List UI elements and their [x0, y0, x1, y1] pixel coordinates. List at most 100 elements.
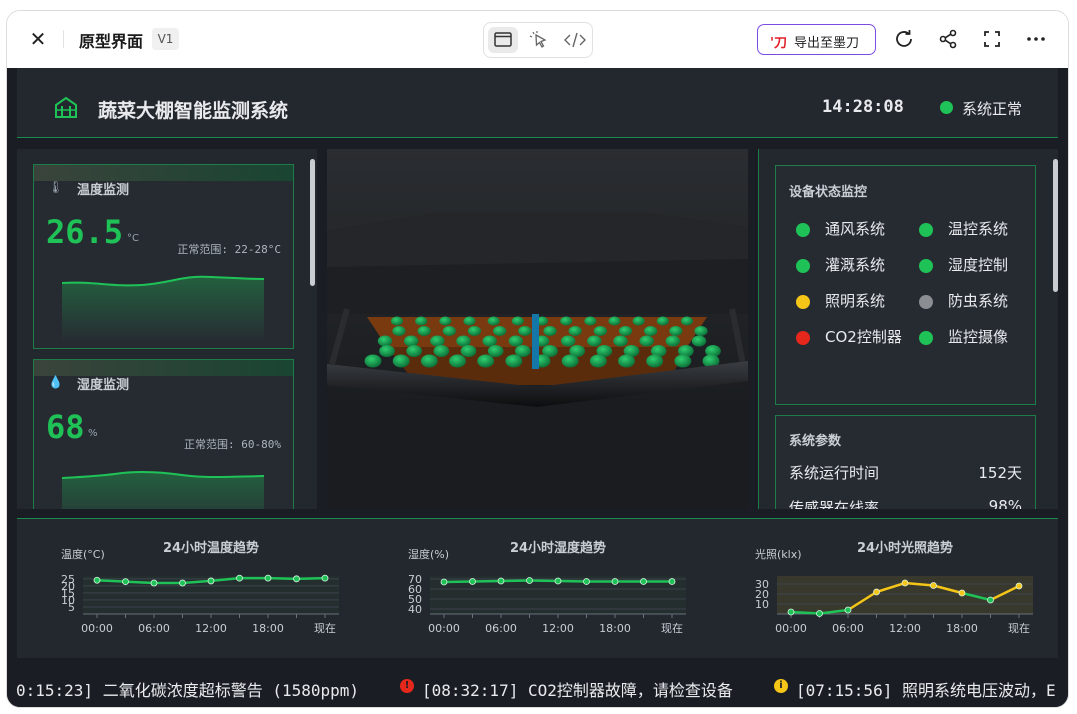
- plant: [379, 345, 395, 357]
- x-tick-label: 00:00: [428, 622, 460, 635]
- data-point: [640, 578, 647, 585]
- x-tick-label: 18:00: [252, 622, 284, 635]
- device-name: 湿度控制: [948, 256, 1009, 274]
- plant: [593, 326, 607, 336]
- system-status-dot: [940, 101, 953, 114]
- more-icon[interactable]: [1024, 27, 1048, 51]
- plant: [433, 345, 450, 357]
- plant: [644, 326, 658, 336]
- series-line: [500, 579, 530, 583]
- device-status-dot: [919, 331, 933, 345]
- plant: [681, 316, 693, 326]
- plant: [674, 354, 692, 368]
- alert-item[interactable]: 0:15:23] 二氧化碳浓度超标警告 (1580ppm): [16, 677, 359, 701]
- x-tick-label: 06:00: [485, 622, 517, 635]
- refresh-icon[interactable]: [892, 27, 916, 51]
- data-point: [611, 578, 619, 585]
- series-line: [790, 610, 820, 615]
- plant: [639, 335, 654, 347]
- data-point: [844, 606, 852, 614]
- plant: [608, 316, 621, 326]
- x-tick-label: 18:00: [599, 622, 631, 635]
- plant: [587, 335, 602, 347]
- x-tick-label: 12:00: [542, 622, 574, 635]
- device-status-title: 设备状态监控: [789, 185, 868, 200]
- temperature-value: 26.5: [46, 213, 124, 251]
- alert-time: [07:15:56]: [796, 681, 893, 700]
- data-point: [321, 574, 329, 582]
- data-point: [469, 578, 476, 585]
- data-point: [236, 574, 243, 582]
- plant: [505, 354, 523, 368]
- alert-item[interactable]: [07:15:56] 照明系统电压波动，E: [796, 677, 1056, 701]
- plant: [694, 326, 708, 336]
- x-tick-label: 06:00: [138, 622, 170, 635]
- plant: [442, 326, 456, 336]
- alert-item[interactable]: [08:32:17] CO2控制器故障，请检查设备: [422, 677, 733, 701]
- plant: [543, 326, 557, 336]
- plant: [364, 354, 382, 368]
- series-line: [125, 580, 155, 585]
- uptime-value: 152天: [978, 464, 1022, 482]
- device-status-dot: [796, 331, 810, 345]
- data-point: [873, 588, 880, 596]
- plant: [377, 335, 393, 347]
- version-badge[interactable]: V1: [152, 28, 179, 50]
- status-panel: 设备状态监控 通风系统 温控系统 灌溉系统 湿度控制 照明系统 防虫系统 CO2控制器 监控摄…: [758, 149, 1058, 509]
- plant: [560, 316, 573, 326]
- sensor-online-value: 98%: [988, 497, 1022, 509]
- plant: [456, 335, 471, 347]
- plant: [656, 316, 669, 326]
- system-params-card: 系统参数 系统运行时间 152天 传感器在线率 98%: [775, 415, 1036, 509]
- left-scrollbar[interactable]: [310, 159, 315, 286]
- device-name: 防虫系统: [948, 292, 1009, 310]
- device-name: 灌溉系统: [825, 256, 886, 274]
- data-point: [293, 575, 300, 583]
- device-name: 照明系统: [825, 292, 886, 310]
- device-status-card: 设备状态监控 通风系统 温控系统 灌溉系统 湿度控制 照明系统 防虫系统 CO2控制器 监控摄…: [775, 165, 1036, 405]
- export-button[interactable]: '刀 导出至墨刀: [757, 24, 876, 55]
- greenhouse-3d-view[interactable]: [327, 149, 748, 509]
- plant: [568, 326, 582, 336]
- data-point: [816, 610, 823, 617]
- plant: [403, 335, 419, 347]
- right-scrollbar[interactable]: [1053, 159, 1058, 292]
- device-name: 监控摄像: [948, 328, 1009, 346]
- prototype-window: ✕ 原型界面 V1 '刀 导出至墨刀 蔬菜大棚智能监测系统 14:28:08 系…: [6, 10, 1069, 708]
- humidity-value: 68: [46, 408, 85, 446]
- plant: [646, 354, 664, 368]
- plant: [584, 316, 597, 326]
- close-icon[interactable]: ✕: [27, 28, 49, 50]
- plant: [618, 326, 633, 336]
- chart-y-label: 光照(klx): [755, 547, 802, 561]
- chart-y-label: 湿度(%): [408, 547, 449, 561]
- view-mode-switch: [483, 22, 593, 58]
- temperature-sparkline: [62, 275, 264, 343]
- temperature-title: 温度监测: [77, 183, 130, 198]
- data-point: [554, 577, 562, 585]
- system-params-title: 系统参数: [789, 434, 842, 449]
- humidity-card: 💧 湿度监测 68 % 正常范围: 60-80%: [33, 359, 294, 509]
- system-status-text: 系统正常: [962, 100, 1023, 118]
- plant: [477, 354, 495, 368]
- plant: [392, 326, 406, 336]
- data-point: [93, 576, 101, 584]
- dashboard-header: 蔬菜大棚智能监测系统 14:28:08 系统正常: [17, 68, 1058, 138]
- share-icon[interactable]: [936, 27, 960, 51]
- data-point: [526, 577, 533, 584]
- plant: [467, 326, 482, 336]
- y-tick-label: 5: [68, 601, 75, 614]
- y-tick-label: 10: [755, 598, 769, 611]
- interaction-mode-icon[interactable]: [524, 27, 554, 53]
- data-point: [958, 589, 966, 597]
- export-button-label: 导出至墨刀: [794, 36, 860, 51]
- plant: [618, 354, 635, 368]
- plant: [439, 316, 452, 326]
- preview-mode-icon[interactable]: [488, 27, 518, 53]
- data-point: [264, 574, 272, 582]
- humidity-title: 湿度监测: [77, 378, 130, 393]
- x-tick-label: 现在: [1008, 622, 1030, 635]
- code-mode-icon[interactable]: [560, 27, 590, 53]
- data-point: [122, 578, 129, 586]
- fullscreen-icon[interactable]: [980, 27, 1004, 51]
